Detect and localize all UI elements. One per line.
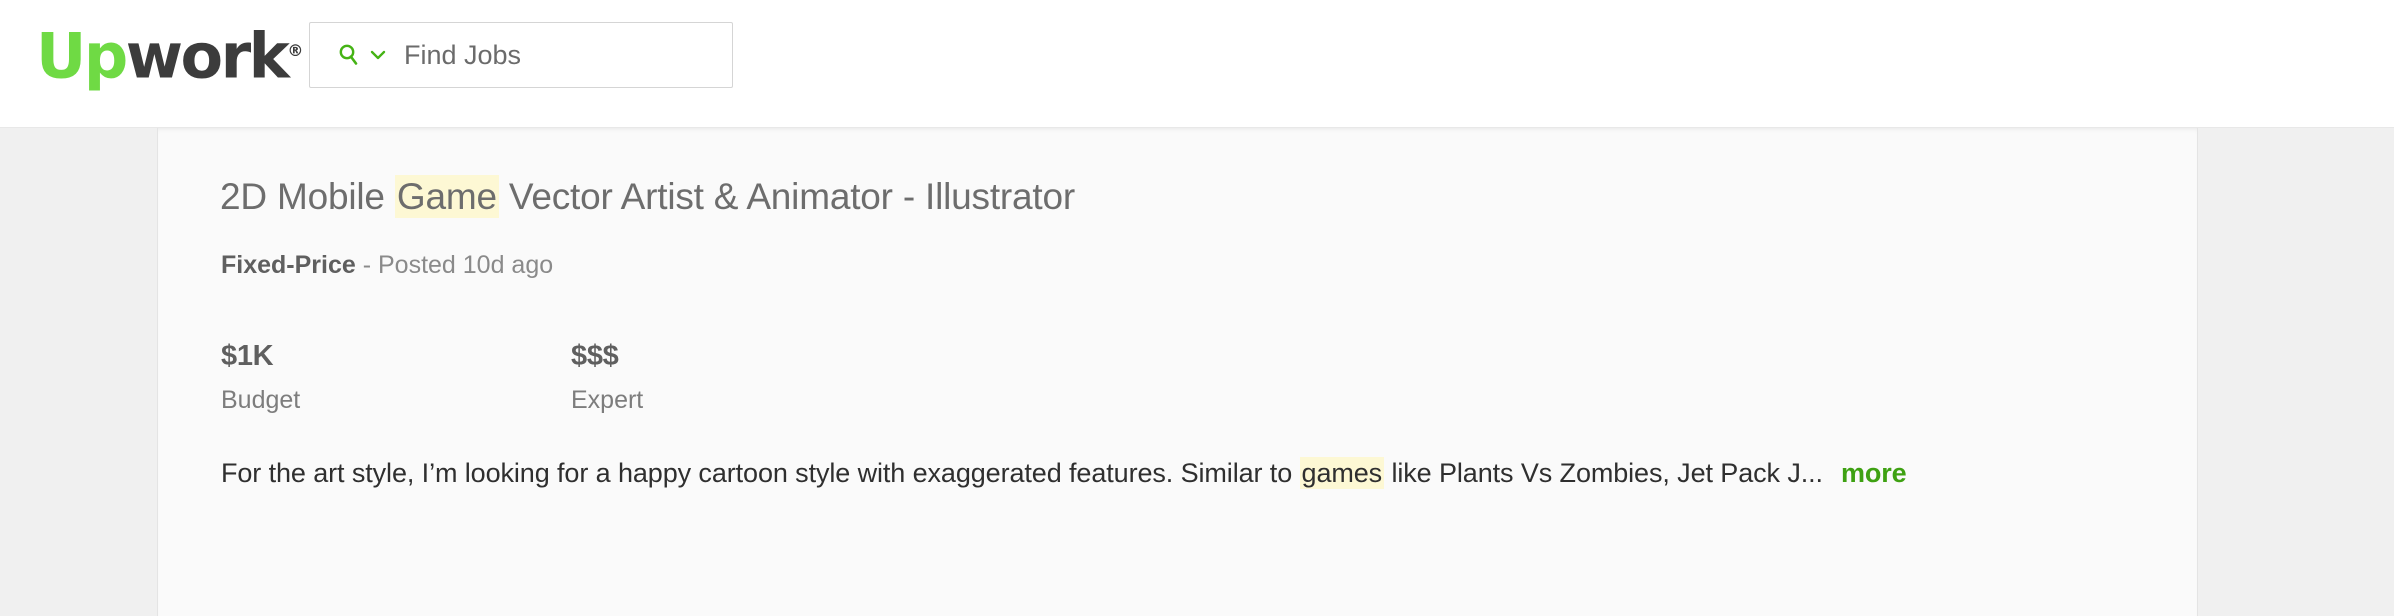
site-header: Upwork® HOW IT WORKS LOG IN SIGN UP Post… bbox=[0, 0, 2394, 128]
job-description-text: For the art style, I’m looking for a hap… bbox=[221, 457, 1823, 489]
job-description-segment-0: For the art style, I’m looking for a hap… bbox=[221, 458, 1300, 488]
job-listing-card: 2D Mobile Game Vector Artist & Animator … bbox=[157, 128, 2198, 616]
page-body: 2D Mobile Game Vector Artist & Animator … bbox=[0, 128, 2394, 616]
budget-label: Budget bbox=[221, 386, 301, 414]
job-type: Fixed-Price bbox=[221, 251, 356, 279]
search-icon[interactable] bbox=[336, 42, 362, 68]
chevron-down-icon[interactable] bbox=[364, 42, 392, 68]
budget-value: $1K bbox=[221, 340, 274, 372]
stat-experience-level: $$$ Expert bbox=[571, 340, 643, 415]
more-link[interactable]: more bbox=[1841, 458, 1907, 488]
job-posted-time: Posted 10d ago bbox=[378, 251, 554, 279]
job-meta: Fixed-Price - Posted 10d ago bbox=[221, 251, 553, 280]
job-title-segment-2: Vector Artist & Animator - Illustrator bbox=[498, 176, 1076, 217]
job-description-highlight-1: games bbox=[1299, 457, 1385, 489]
logo-work-text: work bbox=[125, 19, 290, 93]
job-description-segment-2: like Plants Vs Zombies, Jet Pack J... bbox=[1384, 458, 1823, 488]
search-input[interactable] bbox=[404, 35, 694, 75]
job-description: For the art style, I’m looking for a hap… bbox=[221, 457, 1907, 489]
experience-level-value: $$$ bbox=[571, 340, 619, 372]
job-title[interactable]: 2D Mobile Game Vector Artist & Animator … bbox=[220, 175, 1076, 218]
stat-budget: $1K Budget bbox=[221, 340, 300, 415]
job-meta-separator: - bbox=[355, 251, 378, 279]
experience-level-label: Expert bbox=[571, 386, 644, 414]
upwork-logo[interactable]: Upwork® bbox=[36, 20, 303, 88]
logo-up-text: Up bbox=[36, 19, 128, 93]
job-title-highlight-1: Game bbox=[394, 175, 499, 218]
job-title-segment-0: 2D Mobile bbox=[220, 176, 395, 217]
search-box[interactable] bbox=[309, 22, 733, 88]
logo-trademark: ® bbox=[287, 41, 304, 60]
